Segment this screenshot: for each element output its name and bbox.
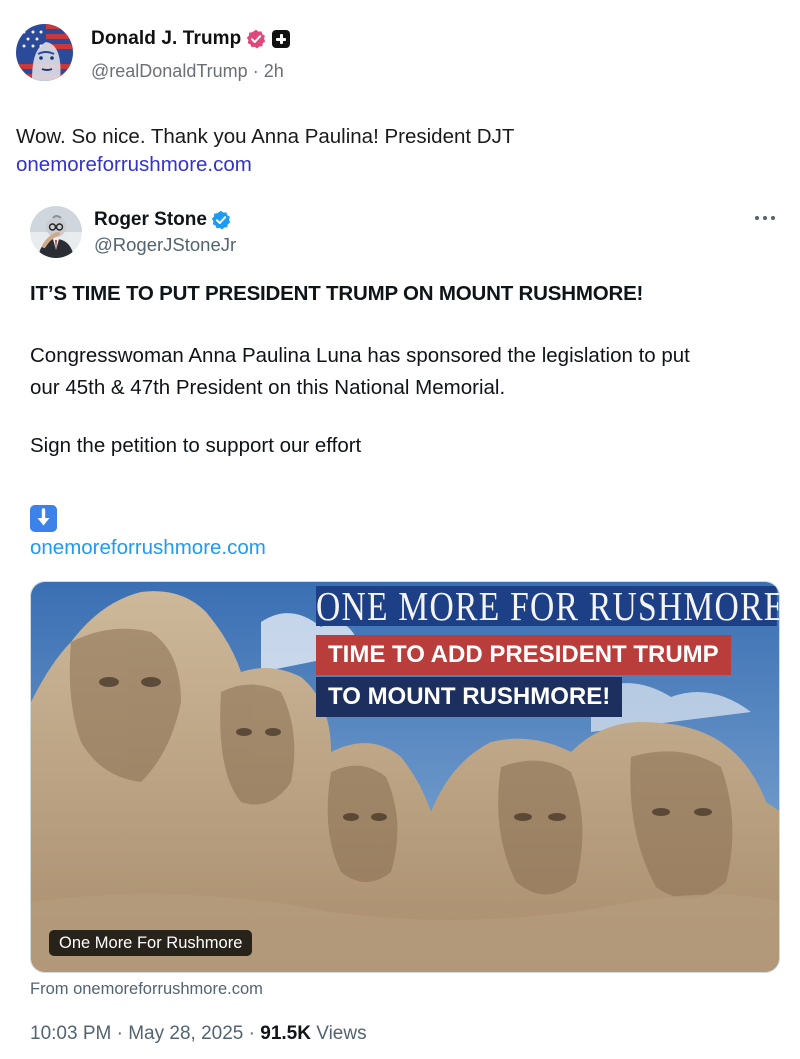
author-handle[interactable]: @realDonaldTrump — [91, 61, 248, 81]
post-meta: 10:03 PM · May 28, 2025 · 91.5K Views — [30, 1023, 367, 1045]
card-label: One More For Rushmore — [49, 930, 253, 956]
paragraph-line: Congresswoman Anna Paulina Luna has spon… — [30, 344, 690, 367]
quoted-post-body: IT’S TIME TO PUT PRESIDENT TRUMP ON MOUN… — [30, 282, 780, 559]
verified-badge-icon — [211, 210, 231, 230]
card-banner-title: ONE MORE FOR RUSHMORE — [316, 583, 780, 629]
post-timestamp-time[interactable]: 10:03 PM — [30, 1023, 111, 1044]
link-card[interactable]: ONE MORE FOR RUSHMORE TIME TO ADD PRESID… — [30, 581, 780, 973]
handle-row: @realDonaldTrump · 2h — [91, 61, 290, 82]
meta-dot: · — [248, 1023, 255, 1044]
more-options-icon[interactable] — [752, 208, 778, 228]
more-dot — [771, 216, 775, 220]
post-text: Wow. So nice. Thank you Anna Paulina! Pr… — [16, 123, 514, 179]
quoted-author-name[interactable]: Roger Stone — [94, 209, 207, 231]
quoted-paragraph: Congresswoman Anna Paulina Luna has spon… — [30, 340, 780, 404]
sign-petition-text: Sign the petition to support our effort — [30, 434, 362, 457]
separator-dot: · — [252, 61, 259, 81]
post-timestamp-date[interactable]: May 28, 2025 — [128, 1023, 243, 1044]
views-label: Views — [316, 1023, 367, 1044]
verified-badge-icon — [247, 29, 266, 49]
quoted-link[interactable]: onemoreforrushmore.com — [30, 536, 266, 560]
meta-dot: · — [116, 1023, 123, 1044]
avatar[interactable] — [16, 24, 73, 81]
post-link[interactable]: onemoreforrushmore.com — [16, 151, 514, 179]
down-arrow-icon — [30, 505, 57, 532]
paragraph-line: our 45th & 47th President on this Nation… — [30, 376, 506, 399]
card-banner-line2: TO MOUNT RUSHMORE! — [316, 677, 623, 717]
card-banner-line1: TIME TO ADD PRESIDENT TRUMP — [316, 635, 731, 675]
post-header: Donald J. Trump @realDonaldTrump · 2h — [16, 24, 291, 82]
quoted-headline: IT’S TIME TO PUT PRESIDENT TRUMP ON MOUN… — [30, 282, 644, 305]
quoted-post-header: Roger Stone @RogerJStoneJr — [30, 206, 236, 258]
quoted-author-block: Roger Stone @RogerJStoneJr — [94, 207, 236, 256]
quoted-author-row: Roger Stone — [94, 207, 236, 233]
post-time[interactable]: 2h — [264, 61, 284, 81]
more-dot — [763, 216, 767, 220]
card-source[interactable]: From onemoreforrushmore.com — [30, 980, 263, 999]
author-name-row: Donald J. Trump — [91, 28, 291, 50]
quoted-author-handle[interactable]: @RogerJStoneJr — [94, 234, 236, 256]
author-block: Donald J. Trump @realDonaldTrump · 2h — [91, 28, 291, 82]
more-dot — [755, 216, 759, 220]
plus-badge-icon — [272, 30, 291, 48]
views-count: 91.5K — [260, 1023, 311, 1044]
post-body: Wow. So nice. Thank you Anna Paulina! Pr… — [16, 125, 515, 148]
avatar[interactable] — [30, 206, 82, 258]
author-name[interactable]: Donald J. Trump — [91, 28, 241, 50]
